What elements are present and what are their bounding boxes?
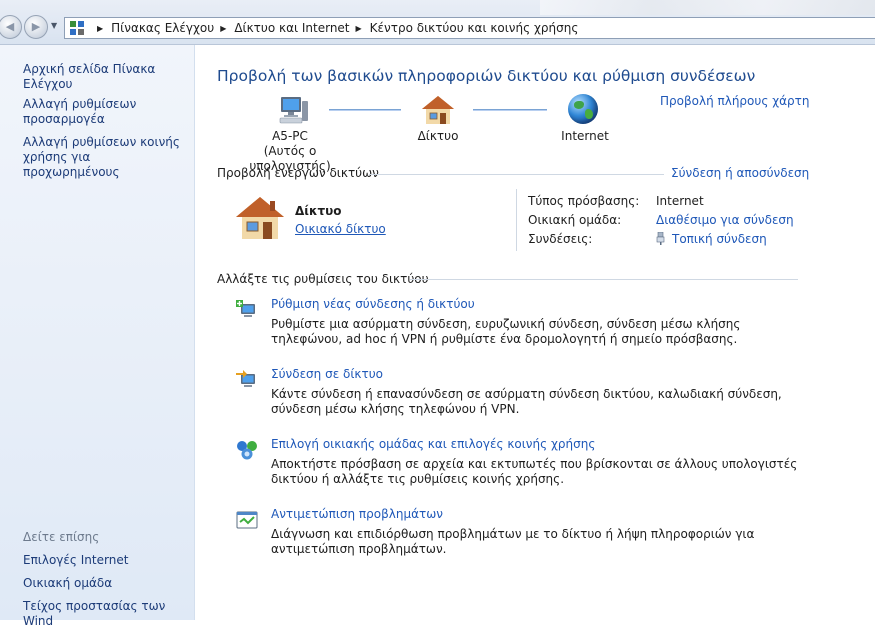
ethernet-plug-icon [656, 231, 665, 245]
local-connection-label[interactable]: Τοπική σύνδεση [672, 232, 767, 246]
main-content: Προβολή των βασικών πληροφοριών δικτύου … [195, 45, 875, 620]
breadcrumb-network-internet[interactable]: Δίκτυο και Internet [234, 21, 349, 35]
network-properties: Τύπος πρόσβασης: Internet Οικιακή ομάδα:… [528, 194, 828, 251]
active-network-name: Δίκτυο [295, 204, 342, 218]
internet-options-link[interactable]: Επιλογές Internet [23, 553, 128, 568]
setup-connection-link[interactable]: Ρύθμιση νέας σύνδεσης ή δικτύου [271, 297, 475, 311]
address-bar[interactable]: ▶ Πίνακας Ελέγχου ▶ Δίκτυο και Internet … [64, 17, 875, 39]
network-location-type-link[interactable]: Οικιακό δίκτυο [295, 222, 386, 236]
access-type-value: Internet [656, 194, 704, 208]
network-house-icon [421, 94, 455, 126]
breadcrumb-network-sharing-center[interactable]: Κέντρο δικτύου και κοινής χρήσης [370, 21, 579, 35]
recent-pages-dropdown-icon[interactable]: ▼ [51, 21, 57, 30]
back-button[interactable]: ◀ [0, 15, 22, 39]
computer-name: A5-PC [272, 129, 308, 143]
breadcrumb-arrow-icon[interactable]: ▶ [356, 24, 362, 33]
breadcrumb-arrow-icon[interactable]: ▶ [97, 24, 103, 33]
connections-label: Συνδέσεις: [528, 232, 593, 246]
connect-to-network-link[interactable]: Σύνδεση σε δίκτυο [271, 367, 383, 381]
address-toolbar: ◀ ▶ ▼ ▶ Πίνακας Ελέγχου ▶ Δίκτυο και Int… [0, 0, 875, 45]
home-network-icon[interactable] [235, 195, 285, 241]
change-advanced-sharing-link[interactable]: Αλλαγή ρυθμίσεων κοινής χρήσης για προχω… [23, 135, 188, 180]
see-full-map-link[interactable]: Προβολή πλήρους χάρτη [660, 94, 809, 108]
connection-line [473, 109, 547, 111]
change-settings-heading: Αλλάξτε τις ρυθμίσεις του δικτύου [217, 272, 429, 286]
breadcrumb-arrow-icon[interactable]: ▶ [220, 24, 226, 33]
computer-icon [278, 95, 310, 125]
connect-to-network-description: Κάντε σύνδεση ή επανασύνδεση σε ασύρματη… [271, 387, 782, 416]
see-also-heading: Δείτε επίσης [23, 530, 100, 544]
section-divider [410, 279, 798, 280]
new-connection-icon [235, 299, 259, 321]
homegroup-available-link[interactable]: Διαθέσιμο για σύνδεση [656, 213, 794, 227]
troubleshoot-problems-link[interactable]: Αντιμετώπιση προβλημάτων [271, 507, 443, 521]
connect-network-icon [235, 369, 259, 391]
internet-node-label: Internet [561, 129, 609, 143]
page-title: Προβολή των βασικών πληροφοριών δικτύου … [217, 67, 756, 85]
homegroup-link[interactable]: Οικιακή ομάδα [23, 576, 112, 591]
local-connection-link[interactable]: Τοπική σύνδεση [656, 231, 767, 246]
setup-connection-description: Ρυθμίστε μια ασύρματη σύνδεση, ευρυζωνικ… [271, 317, 741, 346]
connection-line [329, 109, 401, 111]
active-networks-heading: Προβολή ενεργών δικτύων [217, 166, 379, 180]
section-divider [369, 174, 664, 175]
control-panel-icon [69, 20, 85, 36]
network-node-label: Δίκτυο [417, 129, 459, 143]
homegroup-label: Οικιακή ομάδα: [528, 213, 622, 227]
vertical-divider [516, 189, 517, 251]
left-navigation-pane: Αρχική σελίδα Πίνακα Ελέγχου Αλλαγή ρυθμ… [0, 45, 195, 628]
homegroup-sharing-link[interactable]: Επιλογή οικιακής ομάδας και επιλογές κοι… [271, 437, 595, 451]
troubleshoot-icon [235, 509, 259, 531]
windows-firewall-link[interactable]: Τείχος προστασίας των Wind [23, 599, 183, 629]
connect-disconnect-link[interactable]: Σύνδεση ή αποσύνδεση [671, 166, 809, 180]
control-panel-home-link[interactable]: Αρχική σελίδα Πίνακα Ελέγχου [23, 62, 194, 92]
breadcrumb-control-panel[interactable]: Πίνακας Ελέγχου [111, 21, 214, 35]
homegroup-sharing-description: Αποκτήστε πρόσβαση σε αρχεία και εκτυπωτ… [271, 457, 798, 486]
troubleshoot-description: Διάγνωση και επιδιόρθωση προβλημάτων με … [271, 527, 755, 556]
forward-button[interactable]: ▶ [24, 15, 48, 39]
change-adapter-settings-link[interactable]: Αλλαγή ρυθμίσεων προσαρμογέα [23, 97, 183, 127]
internet-globe-icon [568, 94, 598, 124]
homegroup-icon [235, 439, 259, 461]
window-titlebar-area [540, 0, 875, 15]
access-type-label: Τύπος πρόσβασης: [528, 194, 640, 208]
